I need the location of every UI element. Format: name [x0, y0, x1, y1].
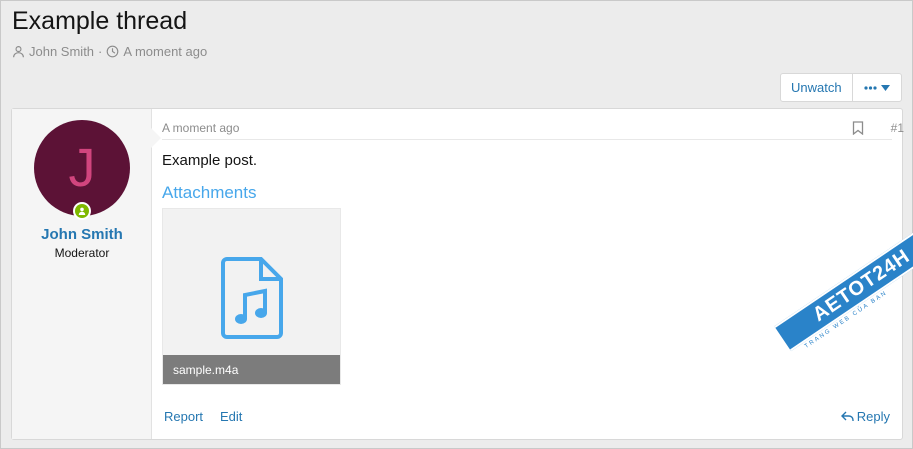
more-options-button[interactable]	[853, 74, 901, 101]
user-cell-arrow	[151, 128, 161, 148]
user-title: Moderator	[54, 246, 110, 260]
reply-label: Reply	[856, 409, 890, 424]
audio-file-icon	[221, 257, 283, 339]
post-number[interactable]: #1	[891, 121, 904, 135]
post-user-cell: J John Smith Moderator	[12, 109, 152, 439]
ellipsis-icon	[863, 85, 877, 90]
online-indicator-icon	[75, 204, 89, 218]
post-date[interactable]: A moment ago	[162, 121, 239, 135]
thread-time[interactable]: A moment ago	[123, 44, 207, 59]
thread-title: Example thread	[12, 7, 188, 35]
attachments-heading: Attachments	[162, 183, 257, 202]
thread-actions: Unwatch	[780, 73, 902, 102]
post-username[interactable]: John Smith	[12, 226, 152, 243]
thread-meta: John Smith · A moment ago	[12, 44, 207, 59]
report-link[interactable]: Report	[164, 409, 203, 424]
reply-icon	[840, 411, 854, 421]
unwatch-button[interactable]: Unwatch	[781, 74, 853, 101]
post-card: J John Smith Moderator A moment ago #1 E…	[11, 108, 904, 440]
page-frame: Example thread John Smith · A moment ago…	[0, 0, 913, 449]
meta-separator: ·	[98, 44, 103, 59]
bookmark-icon[interactable]	[852, 121, 864, 135]
post-header: A moment ago #1	[162, 121, 904, 140]
clock-icon	[107, 45, 119, 58]
user-icon	[13, 46, 24, 58]
online-status-badge	[73, 202, 91, 220]
reply-link[interactable]: Reply	[840, 409, 890, 424]
attachment-filename[interactable]: sample.m4a	[163, 355, 340, 384]
edit-link[interactable]: Edit	[220, 409, 242, 424]
chevron-down-icon	[880, 84, 890, 91]
attachment-thumbnail[interactable]: sample.m4a	[162, 208, 341, 385]
thread-author[interactable]: John Smith	[29, 44, 94, 59]
post-body: Example post.	[162, 152, 258, 169]
